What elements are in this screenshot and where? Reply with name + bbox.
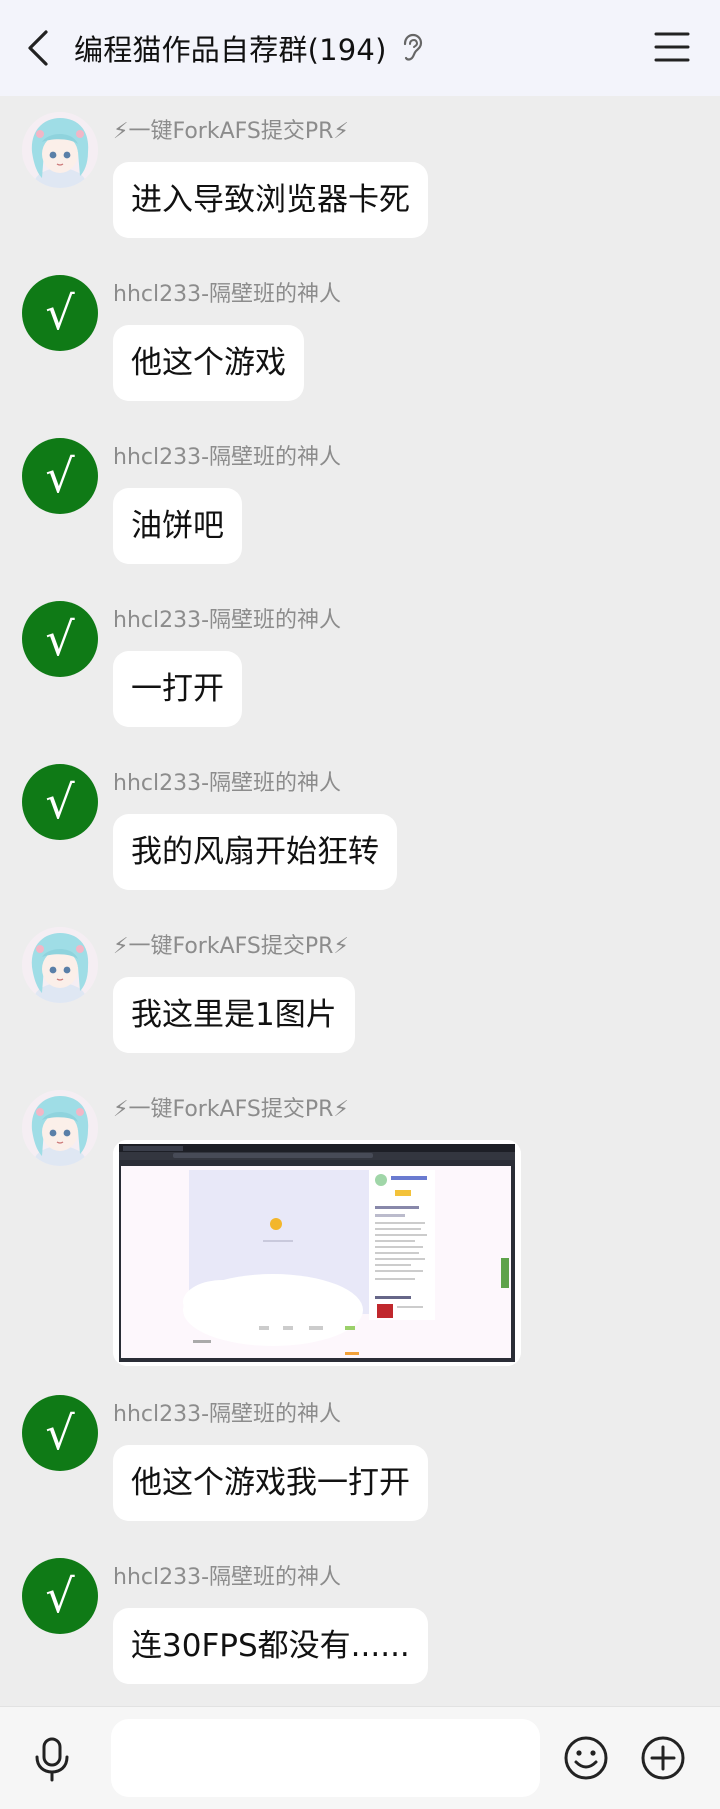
message-bubble[interactable]: 一打开 [113, 651, 242, 727]
message-bubble[interactable]: 进入导致浏览器卡死 [113, 162, 428, 238]
check-mark-avatar[interactable]: √ [22, 275, 98, 351]
avatar-mark: √ [45, 775, 75, 829]
sender-name: ⚡一键ForkAFS提交PR⚡ [113, 1097, 349, 1122]
avatar-mark: √ [45, 1406, 75, 1460]
check-mark-avatar[interactable]: √ [22, 438, 98, 514]
anime-girl-avatar[interactable] [22, 927, 98, 1003]
sender-name: hhcl233-隔壁班的神人 [113, 445, 342, 470]
message-item: ⚡一键ForkAFS提交PR⚡ 我这里是1图片 [0, 911, 720, 1061]
browser-screenshot-thumbnail[interactable] [113, 1140, 521, 1366]
message-bubble[interactable]: 他这个游戏我一打开 [113, 1445, 428, 1521]
avatar-mark: √ [45, 612, 75, 666]
message-bubble[interactable]: 我这里是1图片 [113, 977, 355, 1053]
message-bubble[interactable]: 我的风扇开始狂转 [113, 814, 397, 890]
message-bubble[interactable]: 他这个游戏 [113, 325, 304, 401]
avatar-mark: √ [45, 1569, 75, 1623]
message-item: √ hhcl233-隔壁班的神人 他这个游戏我一打开 [0, 1379, 720, 1529]
check-mark-avatar[interactable]: √ [22, 1395, 98, 1471]
sender-name: hhcl233-隔壁班的神人 [113, 771, 342, 796]
message-item: ⚡一键ForkAFS提交PR⚡ [0, 1074, 720, 1374]
check-mark-avatar[interactable]: √ [22, 1558, 98, 1634]
chat-header: 编程猫作品自荐群(194) [0, 0, 720, 96]
message-list[interactable]: ⚡一键ForkAFS提交PR⚡ 进入导致浏览器卡死 √ hhcl233-隔壁班的… [0, 96, 720, 1706]
sender-name: hhcl233-隔壁班的神人 [113, 282, 342, 307]
ear-icon[interactable] [399, 32, 425, 64]
sender-name: hhcl233-隔壁班的神人 [113, 608, 342, 633]
back-button[interactable] [22, 26, 56, 70]
message-item: √ hhcl233-隔壁班的神人 连30FPS都没有...... [0, 1542, 720, 1692]
microphone-icon [35, 1737, 69, 1782]
avatar-mark: √ [45, 286, 75, 340]
message-item: √ hhcl233-隔壁班的神人 一打开 [0, 585, 720, 735]
sender-name: hhcl233-隔壁班的神人 [113, 1402, 342, 1427]
chat-title: 编程猫作品自荐群(194) [74, 33, 387, 67]
sender-name: ⚡一键ForkAFS提交PR⚡ [113, 934, 349, 959]
chat-title-wrap: 编程猫作品自荐群(194) [74, 0, 425, 96]
sender-name: hhcl233-隔壁班的神人 [113, 1565, 342, 1590]
message-item: √ hhcl233-隔壁班的神人 油饼吧 [0, 422, 720, 572]
message-item: √ hhcl233-隔壁班的神人 他这个游戏 [0, 259, 720, 409]
message-bubble[interactable]: 油饼吧 [113, 488, 242, 564]
check-mark-avatar[interactable]: √ [22, 601, 98, 677]
anime-girl-avatar[interactable] [22, 1090, 98, 1166]
input-bar [0, 1706, 720, 1809]
emoji-button[interactable] [563, 1735, 609, 1781]
message-input[interactable] [111, 1719, 540, 1797]
chevron-left-icon [28, 30, 48, 66]
hamburger-menu-icon [654, 32, 690, 62]
more-button[interactable] [640, 1735, 686, 1781]
plus-circle-icon [641, 1736, 685, 1780]
message-item: √ hhcl233-隔壁班的神人 我的风扇开始狂转 [0, 748, 720, 898]
voice-button[interactable] [30, 1735, 74, 1783]
anime-girl-avatar[interactable] [22, 112, 98, 188]
sender-name: ⚡一键ForkAFS提交PR⚡ [113, 119, 349, 144]
message-item: ⚡一键ForkAFS提交PR⚡ 进入导致浏览器卡死 [0, 96, 720, 246]
message-bubble[interactable]: 连30FPS都没有...... [113, 1608, 428, 1684]
avatar-mark: √ [45, 449, 75, 503]
smiley-face-icon [564, 1736, 608, 1780]
check-mark-avatar[interactable]: √ [22, 764, 98, 840]
menu-button[interactable] [654, 30, 690, 64]
